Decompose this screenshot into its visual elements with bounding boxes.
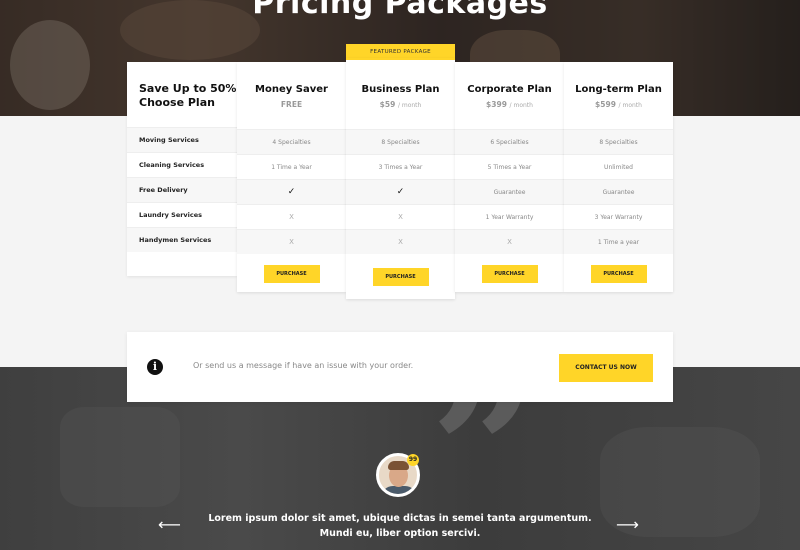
plan-name: Business Plan [361, 84, 440, 95]
arrow-left-icon[interactable]: ⟵ [158, 517, 181, 533]
plan-name: Long-term Plan [575, 84, 662, 95]
plan-cell: 3 Times a Year [346, 154, 455, 179]
avatar-badge: 99 [407, 454, 419, 466]
plan-cell: Unlimited [564, 154, 673, 179]
plan-price: $399 / month [455, 100, 564, 109]
feature-label: Moving Services [127, 127, 237, 152]
cross-icon: X [237, 204, 346, 229]
plan-price-value: $399 [486, 100, 507, 109]
feature-label: Handymen Services [127, 227, 237, 252]
plan-card-business: Business Plan $59 / month 8 Specialties … [346, 58, 455, 299]
plan-price: $59 / month [346, 100, 455, 109]
check-icon: ✓ [346, 179, 455, 204]
plan-header: Money Saver FREE [237, 64, 346, 129]
purchase-button[interactable]: PURCHASE [481, 265, 538, 283]
purchase-button[interactable]: PURCHASE [372, 268, 429, 286]
plan-cell: 6 Specialties [455, 129, 564, 154]
plan-cell: Guarantee [564, 179, 673, 204]
background-photo-shape [60, 407, 180, 507]
contact-message: Or send us a message if have an issue wi… [193, 361, 414, 370]
feature-label: Laundry Services [127, 202, 237, 227]
plan-header: Business Plan $59 / month [346, 60, 455, 129]
plan-name: Money Saver [255, 84, 328, 95]
feature-label: Free Delivery [127, 177, 237, 202]
plan-card-corporate: Corporate Plan $399 / month 6 Specialtie… [455, 62, 564, 292]
plan-price-value: FREE [280, 100, 303, 109]
plan-card-money-saver: Money Saver FREE 4 Specialties 1 Time a … [237, 62, 346, 292]
plan-cell: 5 Times a Year [455, 154, 564, 179]
plan-price-value: $599 [595, 100, 616, 109]
plan-cell: Guarantee [455, 179, 564, 204]
contact-us-button[interactable]: CONTACT US NOW [559, 354, 653, 382]
cross-icon: X [346, 204, 455, 229]
purchase-button[interactable]: PURCHASE [590, 265, 647, 283]
info-icon: i [147, 359, 163, 375]
plan-cell: 1 Time a Year [237, 154, 346, 179]
features-header: Save Up to 50% Choose Plan [127, 62, 237, 127]
check-icon: ✓ [237, 179, 346, 204]
plan-price-value: $59 [379, 100, 396, 109]
plan-cell: 1 Time a year [564, 229, 673, 254]
plan-header: Corporate Plan $399 / month [455, 64, 564, 129]
plan-header: Long-term Plan $599 / month [564, 64, 673, 129]
arrow-right-icon[interactable]: ⟶ [616, 517, 639, 533]
plan-period: / month [509, 102, 533, 109]
page-title: Pricing Packages [252, 0, 548, 21]
feature-label: Cleaning Services [127, 152, 237, 177]
plan-card-long-term: Long-term Plan $599 / month 8 Specialtie… [564, 62, 673, 292]
plan-cell: 4 Specialties [237, 129, 346, 154]
testimonial-text: Lorem ipsum dolor sit amet, ubique dicta… [208, 513, 592, 539]
plan-cell: 1 Year Warranty [455, 204, 564, 229]
plan-cell: 8 Specialties [564, 129, 673, 154]
features-column: Save Up to 50% Choose Plan Moving Servic… [127, 62, 237, 276]
cross-icon: X [346, 229, 455, 254]
cross-icon: X [237, 229, 346, 254]
plan-cell: 8 Specialties [346, 129, 455, 154]
plan-period: / month [397, 102, 422, 109]
plan-cell: 3 Year Warranty [564, 204, 673, 229]
contact-bar: i Or send us a message if have an issue … [127, 332, 673, 402]
plan-period: / month [618, 102, 642, 109]
purchase-button[interactable]: PURCHASE [263, 265, 320, 283]
plan-price: FREE [237, 100, 346, 109]
plan-price: $599 / month [564, 100, 673, 109]
plan-name: Corporate Plan [467, 84, 552, 95]
cross-icon: X [455, 229, 564, 254]
